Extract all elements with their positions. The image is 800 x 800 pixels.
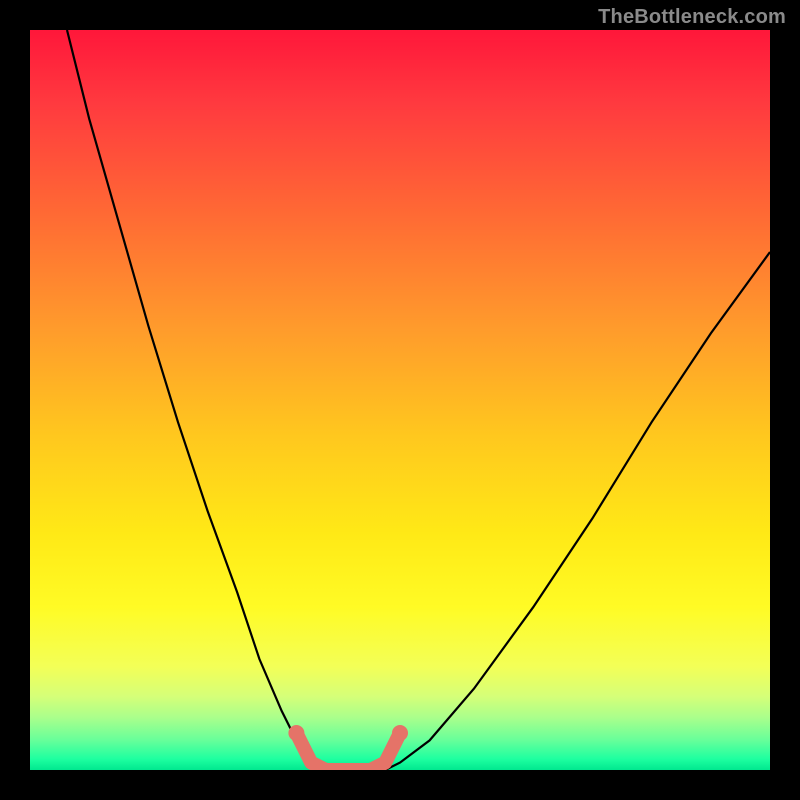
highlight-band: [296, 733, 400, 770]
highlight-dot: [392, 725, 408, 741]
highlight-dot: [288, 725, 304, 741]
bottleneck-curve: [67, 30, 770, 770]
plot-area: [30, 30, 770, 770]
curve-layer: [30, 30, 770, 770]
chart-frame: TheBottleneck.com: [0, 0, 800, 800]
watermark-text: TheBottleneck.com: [598, 6, 786, 29]
